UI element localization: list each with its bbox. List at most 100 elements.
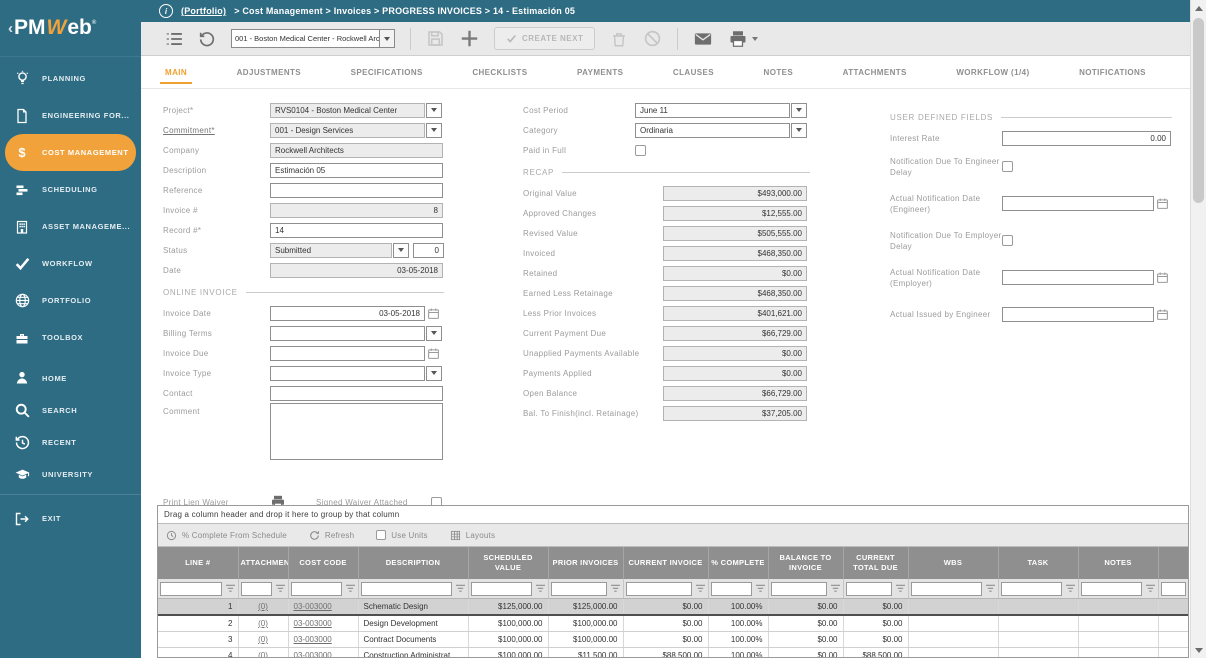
notif-employer-checkbox[interactable] [1002,235,1013,246]
chevron-down-icon[interactable] [393,243,409,258]
use-units-toggle[interactable]: Use Units [376,530,427,540]
filter-input-extra[interactable] [1161,582,1186,596]
cost-code-link[interactable]: 03-003000 [294,619,332,628]
info-icon[interactable]: i [159,4,173,18]
column-header-scheduled-value[interactable]: SCHEDULED VALUE [468,547,548,579]
status-revision-field[interactable]: 0 [413,243,444,258]
filter-input-line[interactable] [160,582,222,596]
tab-main[interactable]: MAIN [165,56,187,88]
category-select[interactable]: Ordinaria [635,123,790,138]
column-header-pct-complete[interactable]: % COMPLETE [708,547,768,579]
chevron-down-icon[interactable] [791,123,807,138]
scrollbar-thumb[interactable] [1193,18,1204,203]
column-header-line[interactable]: LINE # [158,547,238,579]
history-icon[interactable] [198,30,216,48]
sidebar-item-home[interactable]: HOME [0,362,141,394]
billing-terms-select[interactable] [270,326,425,341]
chevron-down-icon[interactable] [426,326,442,341]
sidebar-item-portfolio[interactable]: PORTFOLIO [0,282,141,319]
vertical-scrollbar[interactable] [1190,0,1206,658]
calendar-icon[interactable] [1156,308,1169,321]
actual-notif-employer-field[interactable] [1002,270,1154,285]
tab-notifications[interactable]: NOTIFICATIONS [1079,56,1146,88]
sidebar-item-search[interactable]: SEARCH [0,394,141,426]
column-header-wbs[interactable]: WBS [908,547,998,579]
pct-complete-from-schedule-button[interactable]: % Complete From Schedule [166,530,287,541]
scroll-up-icon[interactable] [1191,0,1206,16]
cost-period-select[interactable]: June 11 [635,103,790,118]
save-icon[interactable] [426,29,445,48]
interest-rate-field[interactable]: 0.00 [1002,131,1171,146]
calendar-icon[interactable] [427,307,440,320]
sidebar-item-planning[interactable]: PLANNING [0,60,141,97]
tab-adjustments[interactable]: ADJUSTMENTS [237,56,301,88]
create-next-button[interactable]: CREATE NEXT [494,27,595,50]
print-options-chevron-icon[interactable] [752,37,758,41]
column-header-current-invoice[interactable]: CURRENT INVOICE [623,547,708,579]
actual-notif-engineer-field[interactable] [1002,196,1154,211]
column-header-attachment[interactable]: ATTACHMENT [238,547,288,579]
column-header-cost-code[interactable]: COST CODE [288,547,358,579]
table-row[interactable]: 1 (0) 03-003000 Schematic Design $125,00… [158,599,1188,616]
chevron-down-icon[interactable] [791,103,807,118]
calendar-icon[interactable] [427,347,440,360]
calendar-icon[interactable] [1156,271,1169,284]
group-by-bar[interactable]: Drag a column header and drop it here to… [158,506,1188,524]
tab-notes[interactable]: NOTES [764,56,794,88]
sidebar-item-recent[interactable]: RECENT [0,426,141,458]
sidebar-item-scheduling[interactable]: SCHEDULING [0,171,141,208]
attachment-link[interactable]: (0) [258,619,268,628]
actual-issued-field[interactable] [1002,307,1154,322]
column-header-prior-invoices[interactable]: PRIOR INVOICES [548,547,623,579]
table-row[interactable]: 2 (0) 03-003000 Design Development $100,… [158,615,1188,632]
tab-attachments[interactable]: ATTACHMENTS [843,56,907,88]
column-header-notes[interactable]: NOTES [1078,547,1158,579]
filter-input-balance-to-invoice[interactable] [771,582,827,596]
description-field[interactable]: Estimación 05 [270,163,443,178]
table-row[interactable]: 3 (0) 03-003000 Contract Documents $100,… [158,632,1188,648]
mail-icon[interactable] [693,29,713,49]
invoice-date-field[interactable]: 03-05-2018 [270,306,425,321]
sidebar-item-exit[interactable]: EXIT [0,500,141,537]
column-header-balance-to-invoice[interactable]: BALANCE TO INVOICE [768,547,843,579]
sidebar-item-engineering-forms[interactable]: ENGINEERING FOR... [0,97,141,134]
contact-field[interactable] [270,386,443,401]
tab-checklists[interactable]: CHECKLISTS [472,56,527,88]
chevron-down-icon[interactable] [426,103,442,118]
delete-icon[interactable] [610,30,628,48]
add-icon[interactable] [460,29,479,48]
cost-code-link[interactable]: 03-003000 [294,635,332,644]
record-number-field[interactable]: 14 [270,223,443,238]
column-header-current-total-due[interactable]: CURRENT TOTAL DUE [843,547,908,579]
breadcrumb-portfolio-link[interactable]: (Portfolio) [181,6,226,16]
tab-specifications[interactable]: SPECIFICATIONS [351,56,423,88]
reference-field[interactable] [270,183,443,198]
numbered-list-icon[interactable] [165,30,183,48]
filter-input-pct-complete[interactable] [711,582,752,596]
sidebar-item-cost-management[interactable]: $ COST MANAGEMENT [5,134,136,171]
filter-input-prior-invoices[interactable] [551,582,607,596]
filter-input-task[interactable] [1001,582,1062,596]
sidebar-item-workflow[interactable]: WORKFLOW [0,245,141,282]
calendar-icon[interactable] [1156,197,1169,210]
filter-input-scheduled-value[interactable] [471,582,532,596]
tab-clauses[interactable]: CLAUSES [673,56,714,88]
tab-workflow[interactable]: WORKFLOW (1/4) [956,56,1029,88]
column-header-task[interactable]: TASK [998,547,1078,579]
refresh-button[interactable]: Refresh [309,530,354,541]
filter-input-cost-code[interactable] [291,582,342,596]
status-select[interactable]: Submitted [270,243,392,258]
sidebar-item-toolbox[interactable]: TOOLBOX [0,319,141,356]
filter-input-attachment[interactable] [241,582,272,596]
attachment-link[interactable]: (0) [258,635,268,644]
commitment-select[interactable]: 001 - Design Services [270,123,425,138]
ban-icon[interactable] [643,29,662,48]
notif-engineer-checkbox[interactable] [1002,161,1013,172]
record-selector-dropdown[interactable]: 001 - Boston Medical Center - Rockwell A… [231,29,395,48]
filter-input-current-total-due[interactable] [846,582,892,596]
attachment-link[interactable]: (0) [258,602,268,611]
pmweb-logo[interactable]: ‹PMWeb® [0,0,141,57]
chevron-down-icon[interactable] [426,366,442,381]
cost-code-link[interactable]: 03-003000 [294,602,332,611]
print-icon[interactable] [728,29,748,49]
